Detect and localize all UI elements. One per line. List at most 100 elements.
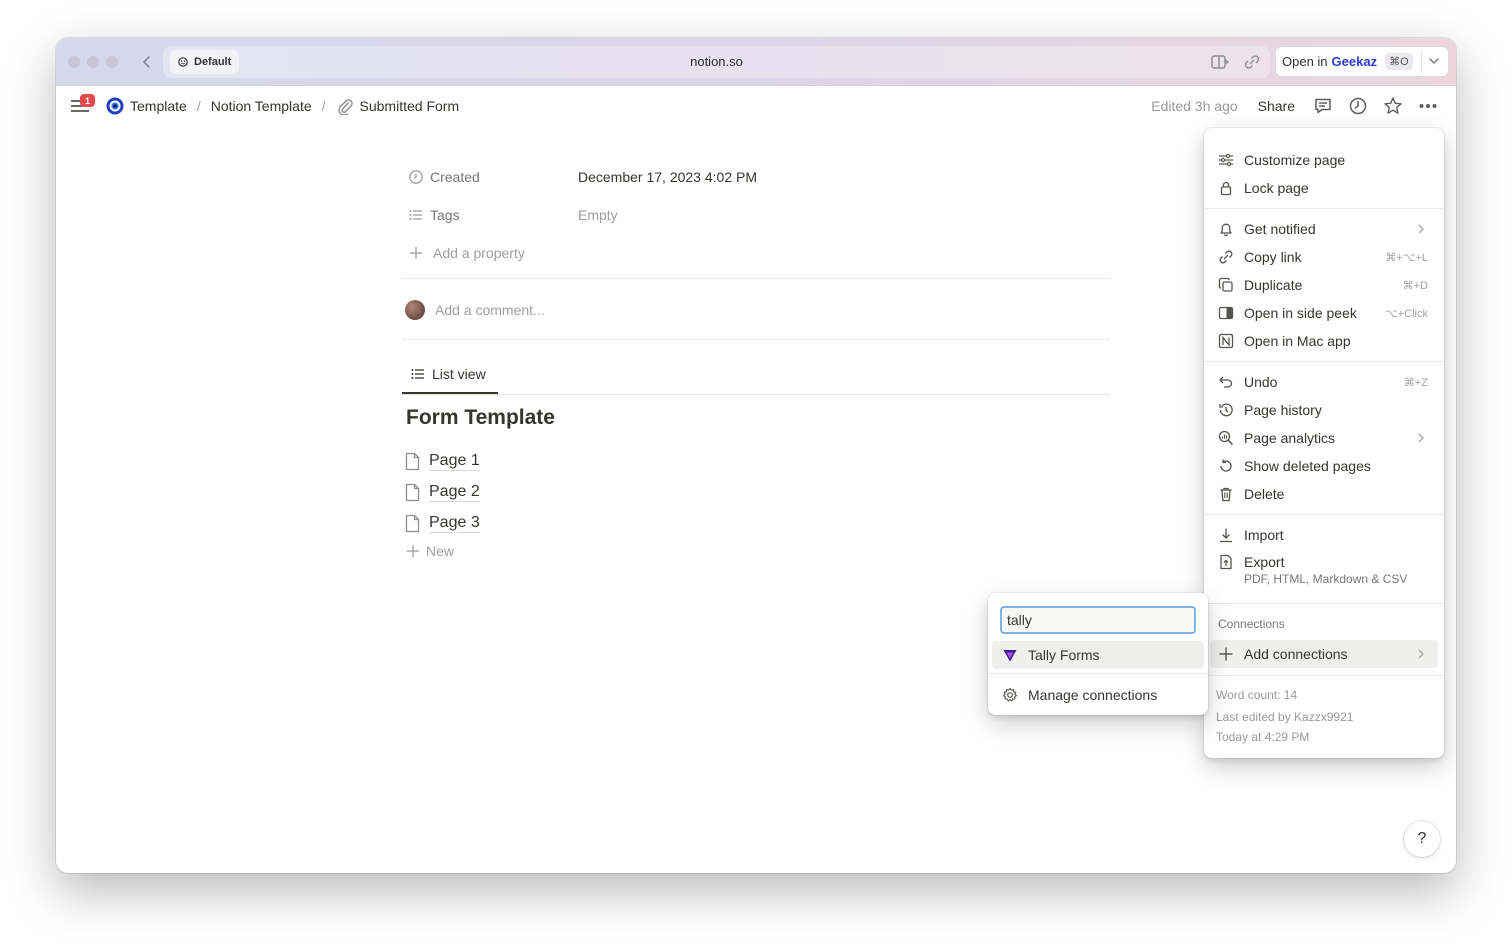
- gear-icon: [1002, 687, 1018, 702]
- add-property-label: Add a property: [433, 245, 525, 261]
- paperclip-icon: [337, 99, 353, 115]
- page-options-menu: Customize page Lock page Get notified Co…: [1204, 128, 1444, 758]
- minimize-window-button[interactable]: [87, 56, 99, 68]
- breadcrumb-label: Notion Template: [210, 98, 312, 114]
- open-in-app-button[interactable]: Open in Geekaz ⌘O: [1275, 46, 1449, 77]
- database-title[interactable]: Form Template: [406, 406, 555, 430]
- new-page-button[interactable]: New: [406, 543, 454, 559]
- menu-item-import[interactable]: Import: [1210, 521, 1438, 549]
- menu-divider: [1204, 603, 1444, 604]
- page-properties: Created December 17, 2023 4:02 PM Tags E…: [402, 158, 757, 272]
- menu-item-duplicate[interactable]: Duplicate ⌘+D: [1210, 271, 1438, 299]
- star-icon[interactable]: [1383, 96, 1403, 116]
- property-tags[interactable]: Tags Empty: [402, 196, 757, 234]
- page-icon: [405, 483, 420, 502]
- menu-item-lock-page[interactable]: Lock page: [1210, 174, 1438, 202]
- comment-icon[interactable]: [1313, 96, 1333, 116]
- chevron-right-icon: [1418, 433, 1424, 443]
- link-icon[interactable]: [1242, 53, 1262, 71]
- connections-heading: Connections: [1218, 617, 1285, 631]
- chevron-down-icon[interactable]: [1427, 54, 1441, 68]
- menu-item-label: Get notified: [1244, 221, 1316, 237]
- manage-connections-button[interactable]: Manage connections: [992, 681, 1204, 709]
- zoom-window-button[interactable]: [106, 56, 118, 68]
- breadcrumb-notion-template[interactable]: Notion Template: [211, 98, 312, 114]
- chevron-right-icon: [1418, 224, 1424, 234]
- more-options-icon[interactable]: [1418, 96, 1438, 116]
- comment-divider: [402, 339, 1110, 340]
- menu-divider: [1204, 675, 1444, 676]
- analytics-icon: [1218, 430, 1234, 446]
- trash-icon: [1220, 487, 1232, 502]
- property-value: December 17, 2023 4:02 PM: [578, 169, 757, 185]
- plus-icon: [407, 545, 419, 557]
- side-peek-icon: [1218, 306, 1234, 320]
- menu-item-add-connections[interactable]: Add connections: [1210, 640, 1438, 668]
- comment-input[interactable]: Add a comment...: [405, 300, 545, 320]
- connection-result-label: Tally Forms: [1028, 647, 1100, 663]
- menu-item-open-side-peek[interactable]: Open in side peek ⌥+Click: [1210, 299, 1438, 327]
- menu-item-get-notified[interactable]: Get notified: [1210, 215, 1438, 243]
- menu-item-undo[interactable]: Undo ⌘+Z: [1210, 368, 1438, 396]
- profile-pill[interactable]: Default: [170, 50, 240, 74]
- menu-item-shortcut: ⌥+Click: [1385, 307, 1428, 320]
- breadcrumb-submitted-form[interactable]: Submitted Form: [336, 97, 460, 115]
- connections-popover: Tally Forms Manage connections: [988, 593, 1208, 715]
- menu-item-label: Customize page: [1244, 152, 1346, 168]
- url-text[interactable]: notion.so: [163, 54, 1270, 69]
- menu-item-page-analytics[interactable]: Page analytics: [1210, 424, 1438, 452]
- list-item[interactable]: Page 2: [404, 477, 480, 508]
- open-in-shortcut: ⌘O: [1385, 53, 1413, 70]
- property-created[interactable]: Created December 17, 2023 4:02 PM: [402, 158, 757, 196]
- tally-logo-icon: [1003, 650, 1017, 662]
- menu-item-shortcut: ⌘+⌥+L: [1385, 251, 1428, 264]
- profile-icon: [178, 57, 188, 67]
- connection-result-tally-forms[interactable]: Tally Forms: [992, 641, 1204, 669]
- avatar: [405, 300, 425, 320]
- back-icon[interactable]: [138, 52, 156, 72]
- menu-item-label: Duplicate: [1244, 277, 1303, 293]
- notion-topbar: 1 Template / Notion Template / Submitted…: [56, 86, 1456, 128]
- help-button[interactable]: ?: [1404, 821, 1440, 857]
- property-label: Tags: [430, 207, 460, 223]
- menu-item-page-history[interactable]: Page history: [1210, 396, 1438, 424]
- tab-list-view[interactable]: List view: [402, 356, 498, 394]
- menu-item-customize-page[interactable]: Customize page: [1210, 146, 1438, 174]
- tab-divider: [402, 394, 1110, 395]
- connections-search-input[interactable]: [1000, 606, 1196, 634]
- breadcrumb-label: Submitted Form: [359, 98, 460, 114]
- export-icon: [1220, 554, 1232, 570]
- url-bar[interactable]: notion.so: [163, 46, 1270, 78]
- menu-item-delete[interactable]: Delete: [1210, 480, 1438, 508]
- eye-logo-icon: [106, 97, 124, 115]
- history-icon: [1219, 403, 1233, 417]
- tab-label: List view: [432, 366, 486, 382]
- breadcrumb-separator: /: [321, 98, 326, 114]
- open-in-divider: [1421, 51, 1422, 73]
- plus-icon: [1219, 647, 1233, 661]
- sliders-icon: [1219, 153, 1233, 167]
- reader-mode-icon[interactable]: [1210, 53, 1230, 71]
- edited-status[interactable]: Edited 3h ago: [1151, 98, 1237, 114]
- list-item[interactable]: Page 3: [404, 508, 480, 539]
- menu-item-open-mac-app[interactable]: Open in Mac app: [1210, 327, 1438, 355]
- clock-icon: [409, 170, 423, 184]
- menu-item-show-deleted[interactable]: Show deleted pages: [1210, 452, 1438, 480]
- manage-connections-label: Manage connections: [1028, 687, 1158, 703]
- menu-item-label: Undo: [1244, 374, 1278, 390]
- property-value[interactable]: Empty: [578, 207, 618, 223]
- menu-divider: [1204, 208, 1444, 209]
- clock-icon[interactable]: [1348, 96, 1368, 116]
- breadcrumb-template[interactable]: Template: [106, 97, 187, 115]
- list-item[interactable]: Page 1: [404, 446, 480, 477]
- database-list: Page 1 Page 2 Page 3: [404, 446, 480, 539]
- lock-icon: [1220, 181, 1232, 196]
- notification-badge: 1: [80, 94, 95, 107]
- close-window-button[interactable]: [68, 56, 80, 68]
- menu-item-copy-link[interactable]: Copy link ⌘+⌥+L: [1210, 243, 1438, 271]
- breadcrumb: Template / Notion Template / Submitted F…: [106, 97, 459, 115]
- list-item-label: Page 2: [429, 483, 480, 502]
- open-in-app-name: Geekaz: [1331, 54, 1378, 69]
- add-property-button[interactable]: Add a property: [402, 234, 757, 272]
- share-button[interactable]: Share: [1258, 98, 1295, 114]
